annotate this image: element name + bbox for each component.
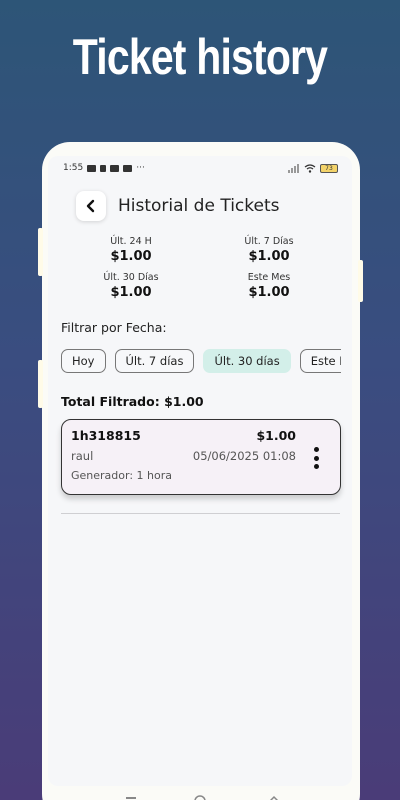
nav-buttons-icon xyxy=(126,795,279,800)
ticket-user: raul xyxy=(71,449,94,463)
stats-summary: Últ. 24 H $1.00 Últ. 7 Días $1.00 Últ. 3… xyxy=(48,226,352,300)
stat-label: Últ. 24 H xyxy=(110,236,152,247)
notification-icon xyxy=(87,164,97,172)
stat-last-7-days: Últ. 7 Días $1.00 xyxy=(200,236,338,264)
chevron-left-icon xyxy=(86,199,95,213)
ticket-amount: $1.00 xyxy=(256,428,296,443)
stat-value: $1.00 xyxy=(110,249,152,264)
stat-value: $1.00 xyxy=(110,285,152,300)
stat-value: $1.00 xyxy=(248,285,290,300)
promo-title: Ticket history xyxy=(72,29,328,85)
filter-chip-last-30-days[interactable]: Últ. 30 días xyxy=(203,349,291,373)
back-button[interactable] xyxy=(76,191,106,221)
phone-side-button xyxy=(38,228,43,276)
filter-chips: Hoy Últ. 7 días Últ. 30 días Este Mes xyxy=(48,349,341,373)
phone-side-button xyxy=(38,360,43,408)
app-header: Historial de Tickets xyxy=(48,186,352,226)
signal-icon xyxy=(288,163,299,173)
filter-chip-this-month[interactable]: Este Mes xyxy=(299,349,341,373)
more-options-icon[interactable] xyxy=(312,447,320,469)
stat-label: Últ. 7 Días xyxy=(244,236,294,247)
stat-last-30-days: Últ. 30 Días $1.00 xyxy=(62,272,200,300)
phone-side-button xyxy=(358,260,363,302)
more-notifications-icon: ··· xyxy=(136,163,145,173)
stat-this-month: Este Mes $1.00 xyxy=(200,272,338,300)
ticket-generator: Generador: 1 hora xyxy=(71,469,172,482)
wifi-icon xyxy=(304,163,316,173)
ticket-id: 1h318815 xyxy=(71,428,141,443)
page-title: Historial de Tickets xyxy=(118,196,280,216)
list-divider xyxy=(61,513,340,514)
stat-value: $1.00 xyxy=(248,249,290,264)
ticket-date: 05/06/2025 01:08 xyxy=(192,449,296,463)
filter-chip-today[interactable]: Hoy xyxy=(61,349,106,373)
filter-label: Filtrar por Fecha: xyxy=(61,320,167,335)
app-screen: 1:55 ··· 73 Historial de Tickets Últ. 24… xyxy=(48,156,352,786)
filtered-total: Total Filtrado: $1.00 xyxy=(61,394,204,409)
stat-label: Últ. 30 Días xyxy=(103,272,159,283)
navigation-bar xyxy=(48,786,352,800)
filter-chip-last-7-days[interactable]: Últ. 7 días xyxy=(114,349,195,373)
ticket-card[interactable]: 1h318815 $1.00 raul 05/06/2025 01:08 Gen… xyxy=(61,419,341,495)
battery-icon: 73 xyxy=(320,163,338,173)
stat-label: Este Mes xyxy=(247,272,291,283)
sim-icon xyxy=(100,164,107,172)
status-time: 1:55 xyxy=(63,163,84,173)
stat-last-24h: Últ. 24 H $1.00 xyxy=(62,236,200,264)
youtube-icon xyxy=(110,164,120,172)
status-bar: 1:55 ··· 73 xyxy=(48,156,352,180)
youtube-icon xyxy=(123,164,133,172)
